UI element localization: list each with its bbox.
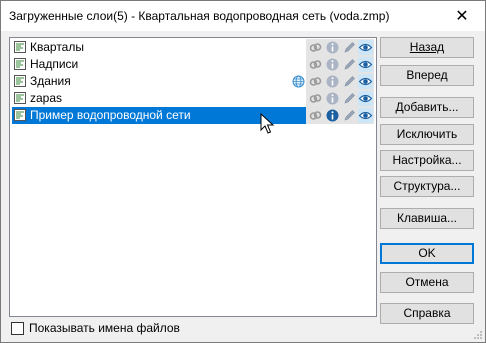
- pencil-icon[interactable]: [342, 40, 357, 55]
- layer-icon: [14, 41, 26, 53]
- link-icon[interactable]: [308, 74, 323, 89]
- layer-icon: [14, 109, 26, 121]
- eye-icon[interactable]: [358, 91, 373, 106]
- settings-button[interactable]: Настройка...: [380, 150, 474, 171]
- help-button[interactable]: Справка: [380, 303, 474, 324]
- exclude-label: Исключить: [396, 127, 458, 141]
- layer-tools: [306, 56, 374, 73]
- globe-icon: [292, 75, 305, 88]
- link-icon[interactable]: [308, 40, 323, 55]
- layer-tools: [306, 73, 374, 90]
- ok-button[interactable]: OK: [380, 243, 474, 264]
- cancel-button[interactable]: Отмена: [380, 272, 474, 293]
- info-icon[interactable]: [325, 40, 340, 55]
- exclude-button[interactable]: Исключить: [380, 124, 474, 145]
- layer-row[interactable]: zapas: [10, 90, 376, 107]
- layer-list[interactable]: Кварталы Надписи Здания zapas Пример вод…: [9, 37, 377, 317]
- resize-grip-icon[interactable]: [473, 330, 483, 340]
- eye-icon[interactable]: [358, 108, 373, 123]
- layers-dialog: Загруженные слои(5) - Квартальная водопр…: [0, 0, 486, 343]
- layer-name-area[interactable]: Надписи: [12, 56, 306, 73]
- pencil-icon[interactable]: [342, 108, 357, 123]
- ok-label: OK: [418, 246, 436, 260]
- forward-button[interactable]: Вперед: [380, 65, 474, 86]
- layer-name: Пример водопроводной сети: [30, 108, 191, 122]
- eye-icon[interactable]: [358, 57, 373, 72]
- layer-name-area[interactable]: Здания: [12, 73, 306, 90]
- back-button[interactable]: Назад: [380, 37, 474, 58]
- layer-row[interactable]: Надписи: [10, 56, 376, 73]
- info-icon[interactable]: [325, 91, 340, 106]
- layer-tools: [306, 39, 374, 56]
- mouse-cursor-icon: [260, 113, 275, 134]
- link-icon[interactable]: [308, 57, 323, 72]
- layer-row[interactable]: Кварталы: [10, 39, 376, 56]
- layer-icon: [14, 58, 26, 70]
- pencil-icon[interactable]: [342, 91, 357, 106]
- pencil-icon[interactable]: [342, 57, 357, 72]
- layer-name: Кварталы: [30, 40, 84, 54]
- show-file-names-label: Показывать имена файлов: [29, 321, 180, 335]
- close-icon: ✕: [455, 8, 469, 25]
- layer-name-area[interactable]: Кварталы: [12, 39, 306, 56]
- key-button[interactable]: Клавиша...: [380, 208, 474, 229]
- layer-row-selected[interactable]: Пример водопроводной сети: [10, 107, 376, 124]
- eye-icon[interactable]: [358, 74, 373, 89]
- key-label: Клавиша...: [396, 211, 458, 225]
- pencil-icon[interactable]: [342, 74, 357, 89]
- title-bar: Загруженные слои(5) - Квартальная водопр…: [1, 1, 485, 31]
- info-icon[interactable]: [325, 57, 340, 72]
- add-label: Добавить...: [395, 100, 459, 114]
- structure-button[interactable]: Структура...: [380, 176, 474, 197]
- structure-label: Структура...: [393, 179, 461, 193]
- cancel-label: Отмена: [405, 275, 449, 289]
- layer-name: Здания: [30, 74, 71, 88]
- settings-label: Настройка...: [392, 153, 462, 167]
- add-button[interactable]: Добавить...: [380, 97, 474, 118]
- back-label: Назад: [409, 40, 445, 54]
- layer-name: zapas: [30, 91, 63, 105]
- layer-icon: [14, 75, 26, 87]
- info-icon[interactable]: [325, 74, 340, 89]
- layer-name-area[interactable]: zapas: [12, 90, 306, 107]
- link-icon[interactable]: [308, 108, 323, 123]
- layer-tools: [306, 107, 374, 124]
- link-icon[interactable]: [308, 91, 323, 106]
- window-title: Загруженные слои(5) - Квартальная водопр…: [9, 9, 390, 23]
- info-icon[interactable]: [325, 108, 340, 123]
- layer-icon: [14, 92, 26, 104]
- layer-row[interactable]: Здания: [10, 73, 376, 90]
- layer-name: Надписи: [30, 57, 79, 71]
- layer-tools: [306, 90, 374, 107]
- close-button[interactable]: ✕: [439, 1, 485, 31]
- help-label: Справка: [403, 306, 451, 320]
- show-file-names-checkbox[interactable]: [11, 322, 24, 335]
- forward-label: Вперед: [406, 68, 448, 82]
- eye-icon[interactable]: [358, 40, 373, 55]
